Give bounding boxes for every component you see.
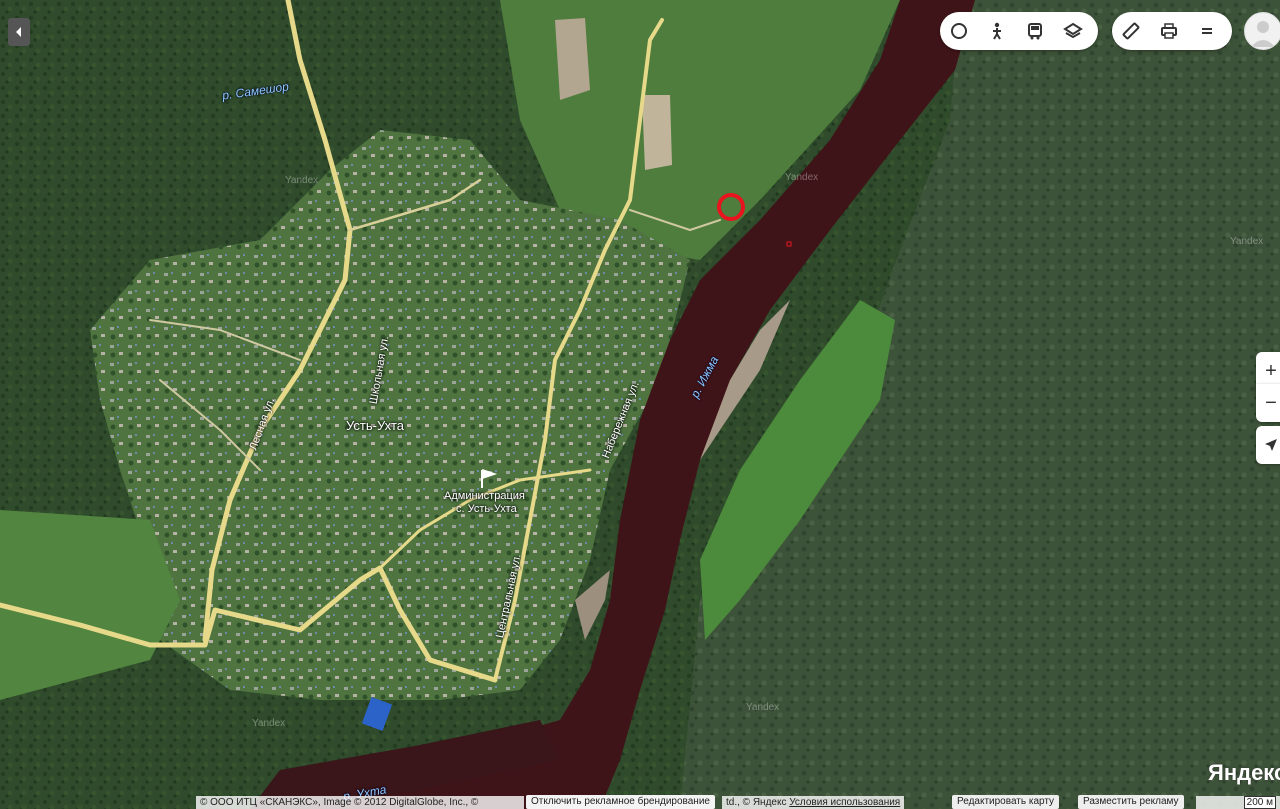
village-label: Усть-Ухта (346, 418, 405, 433)
menu-button[interactable] (1188, 12, 1226, 50)
yandex-logo: Яндекс (1208, 760, 1280, 785)
satellite-map[interactable] (0, 0, 1280, 809)
print-button[interactable] (1150, 12, 1188, 50)
zoom-out-button[interactable]: − (1256, 384, 1280, 422)
menu-icon (1202, 28, 1212, 34)
circle-tool-icon (951, 23, 967, 39)
yandex-copy-text: td., © Яндекс (726, 797, 787, 808)
circle-tool-button[interactable] (940, 12, 978, 50)
watermark: Yandex (285, 175, 319, 186)
user-avatar[interactable] (1244, 12, 1280, 50)
yandex-copyright: td., © Яндекс Условия использования (722, 796, 905, 809)
copyright-text: © ООО ИТЦ «СКАНЭКС», Image © 2012 Digita… (196, 796, 524, 809)
map-tools-toolbar (1112, 12, 1232, 50)
admin-label-line1: Администрация (444, 490, 525, 502)
sandbar (555, 18, 590, 100)
scale-label: 200 м (1243, 796, 1276, 809)
bus-icon (1028, 23, 1042, 40)
ruler-button[interactable] (1112, 12, 1150, 50)
layers-button[interactable] (1054, 12, 1092, 50)
geolocation-button[interactable] (1256, 426, 1280, 464)
sandbar (642, 95, 672, 170)
watermark: Yandex (746, 702, 780, 713)
terms-link[interactable]: Условия использования (789, 797, 900, 808)
chevron-left-icon (16, 27, 21, 37)
watermark: Yandex (252, 718, 286, 729)
pedestrian-icon (993, 22, 1001, 40)
watermark: Yandex (1230, 236, 1264, 247)
location-arrow-icon (1265, 439, 1277, 451)
ruler-icon (1122, 22, 1140, 40)
admin-label-line2: с. Усть-Ухта (456, 503, 517, 515)
watermark: Yandex (785, 172, 819, 183)
user-icon (1251, 21, 1275, 47)
transport-button[interactable] (1016, 12, 1054, 50)
edit-map-link[interactable]: Редактировать карту (952, 795, 1060, 809)
scale-bar: 200 м (1196, 796, 1280, 809)
layers-icon (1063, 22, 1083, 39)
collapse-panel-button[interactable] (8, 18, 30, 46)
panorama-button[interactable] (978, 12, 1016, 50)
print-icon (1161, 23, 1177, 39)
map-layers-toolbar (940, 12, 1098, 50)
place-ad-link[interactable]: Разместить рекламу (1078, 795, 1184, 809)
disable-branding-link[interactable]: Отключить рекламное брендирование (526, 795, 715, 809)
